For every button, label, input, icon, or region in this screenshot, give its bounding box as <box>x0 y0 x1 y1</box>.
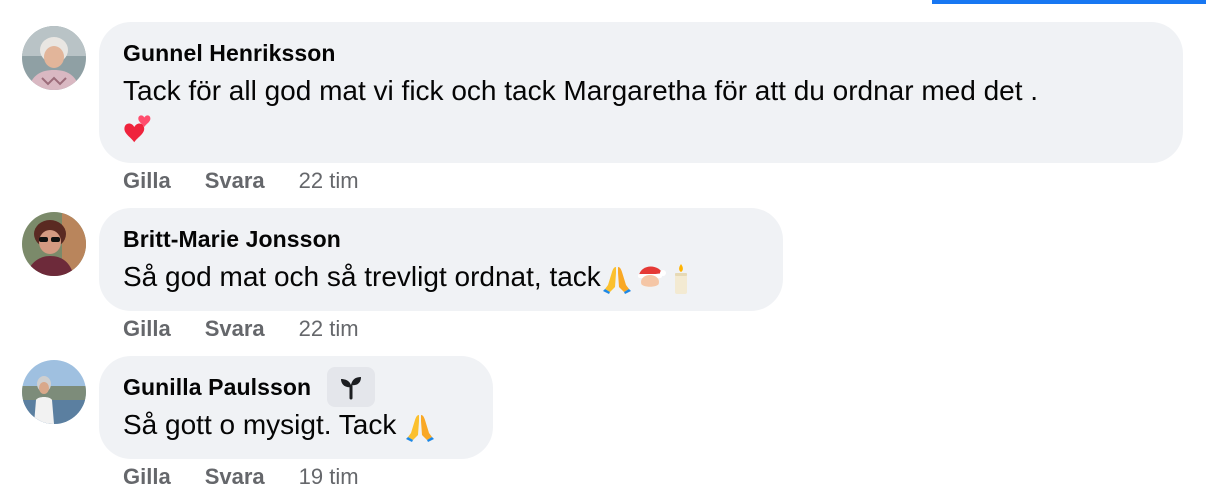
sprout-icon <box>341 377 362 400</box>
like-button[interactable]: Gilla <box>123 168 171 194</box>
candle-icon <box>674 263 687 294</box>
comment-author[interactable]: Gunnel Henriksson <box>123 40 336 67</box>
comment-timestamp[interactable]: 22 tim <box>299 168 359 194</box>
comment-actions: Gilla Svara 22 tim <box>123 168 359 194</box>
comment-text: Så gott o mysigt. Tack <box>123 409 405 440</box>
comment-bubble: Gunnel Henriksson Tack för all god mat v… <box>99 22 1183 163</box>
folded-hands-icon <box>602 266 631 294</box>
comment-text-row: Så gott o mysigt. Tack <box>123 406 469 444</box>
like-button[interactable]: Gilla <box>123 316 171 342</box>
comment-bubble: Britt-Marie Jonsson Så god mat och så tr… <box>99 208 783 311</box>
comment-actions: Gilla Svara 19 tim <box>123 464 359 490</box>
avatar[interactable] <box>22 212 86 276</box>
folded-hands-icon <box>406 414 435 442</box>
active-tab-indicator <box>932 0 1206 4</box>
two-hearts-icon <box>124 114 151 142</box>
reply-button[interactable]: Svara <box>205 464 265 490</box>
comment-text: Så god mat och så trevligt ordnat, tack <box>123 261 601 292</box>
comment-text: Tack för all god mat vi fick och tack Ma… <box>123 75 1039 106</box>
like-button[interactable]: Gilla <box>123 464 171 490</box>
santa-icon <box>637 266 666 291</box>
comment-timestamp[interactable]: 22 tim <box>299 316 359 342</box>
reply-button[interactable]: Svara <box>205 168 265 194</box>
comment-actions: Gilla Svara 22 tim <box>123 316 359 342</box>
comment-author[interactable]: Gunilla Paulsson <box>123 374 311 401</box>
reply-button[interactable]: Svara <box>205 316 265 342</box>
comment-bubble: Gunilla Paulsson Så gott o mysigt. Tack <box>99 356 493 459</box>
comment-timestamp[interactable]: 19 tim <box>299 464 359 490</box>
comment-author[interactable]: Britt-Marie Jonsson <box>123 226 341 253</box>
avatar[interactable] <box>22 360 86 424</box>
avatar[interactable] <box>22 26 86 90</box>
new-member-badge[interactable] <box>327 367 376 407</box>
comment-text-row: Så god mat och så trevligt ordnat, tack <box>123 258 759 296</box>
